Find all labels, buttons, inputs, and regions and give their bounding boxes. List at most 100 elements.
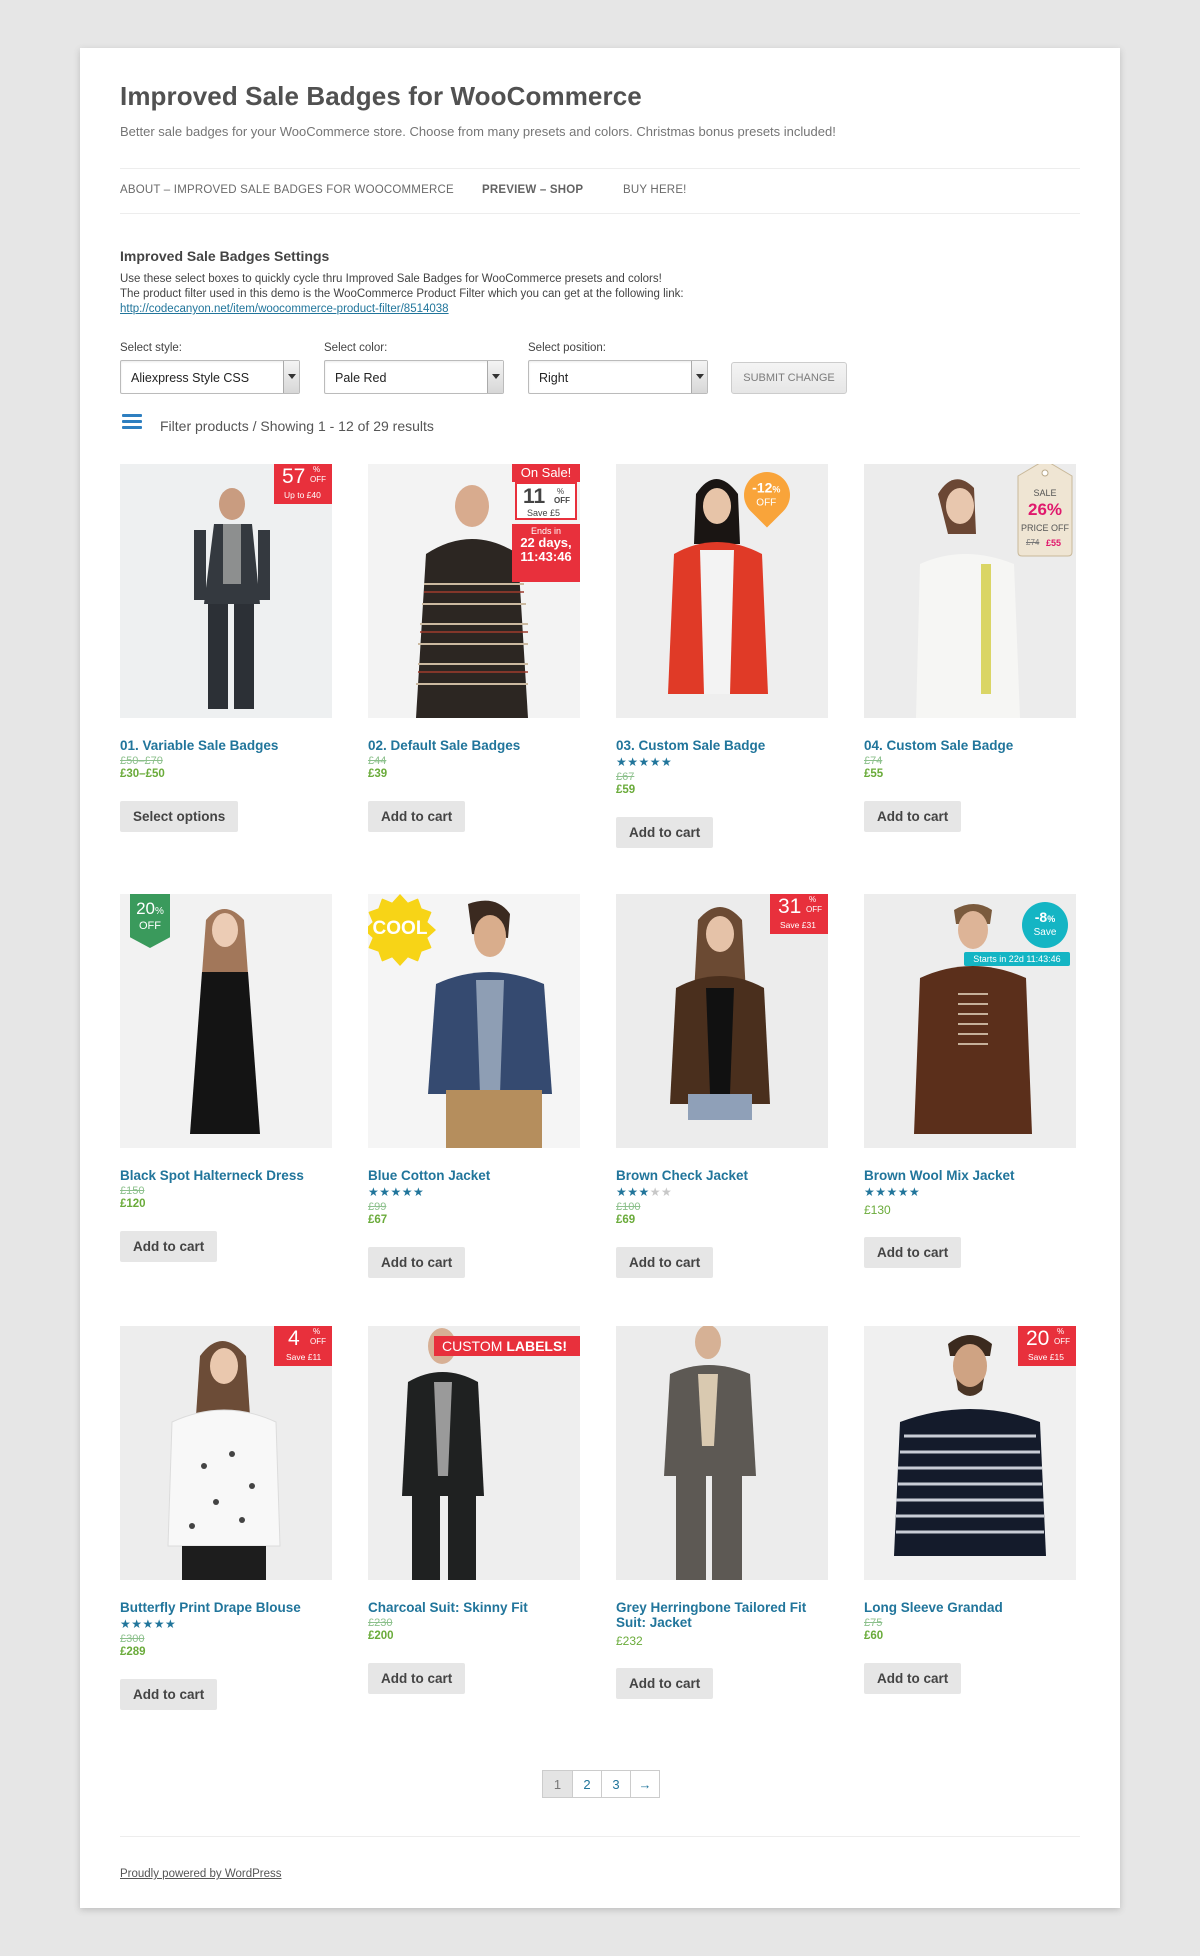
- main-navigation: About – Improved Sale Badges for WooComm…: [120, 168, 1080, 214]
- sale-badge: 4 % OFF Save £11: [274, 1326, 332, 1366]
- original-price: £75: [864, 1617, 883, 1629]
- sale-badge: 20 % OFF Save £15: [1018, 1326, 1076, 1366]
- position-select-label: Select position:: [528, 342, 606, 354]
- product-title[interactable]: Long Sleeve Grandad: [864, 1600, 1076, 1615]
- position-select[interactable]: Right: [528, 360, 708, 394]
- site-description: Better sale badges for your WooCommerce …: [120, 124, 836, 139]
- select-options-button[interactable]: Select options: [120, 801, 239, 832]
- product-image[interactable]: 20 % OFF Save £15: [864, 1326, 1076, 1580]
- product-card: -8% Save Starts in 22d 11:43:46 Brown Wo…: [864, 894, 1076, 1268]
- sale-price: £69: [616, 1214, 636, 1226]
- settings-line-1: Use these select boxes to quickly cycle …: [120, 273, 662, 285]
- custom-label-badge: CUSTOM LABELS!: [434, 1336, 580, 1356]
- product-image[interactable]: COOL: [368, 894, 580, 1148]
- product-title[interactable]: Brown Wool Mix Jacket: [864, 1168, 1076, 1183]
- product-title[interactable]: Blue Cotton Jacket: [368, 1168, 580, 1183]
- menu-icon[interactable]: [122, 414, 142, 430]
- sale-price: £120: [120, 1198, 146, 1210]
- product-card: SALE 26% PRICE OFF £74 £55 04. Custom Sa…: [864, 464, 1076, 832]
- product-image[interactable]: [616, 1326, 828, 1580]
- original-price: £230: [368, 1617, 393, 1629]
- product-image[interactable]: CUSTOM LABELS!: [368, 1326, 580, 1580]
- sale-badge: 31 % OFF Save £31: [770, 894, 828, 934]
- star-rating: ★★★★★: [864, 1185, 921, 1199]
- sale-price: £67: [368, 1214, 388, 1226]
- product-title[interactable]: Brown Check Jacket: [616, 1168, 828, 1183]
- product-card: COOL Blue Cotton Jacket ★★★★★ £99 £67 Ad…: [368, 894, 580, 1278]
- add-to-cart-button[interactable]: Add to cart: [120, 1231, 218, 1262]
- product-title[interactable]: Grey Herringbone Tailored Fit Suit: Jack…: [616, 1600, 828, 1630]
- sale-badge: -8% Save: [1022, 902, 1068, 948]
- add-to-cart-button[interactable]: Add to cart: [368, 801, 466, 832]
- filter-products-status[interactable]: Filter products / Showing 1 - 12 of 29 r…: [160, 418, 434, 434]
- product-filter-link[interactable]: http://codecanyon.net/item/woocommerce-p…: [120, 303, 449, 315]
- star-rating: ★★★★★: [120, 1617, 177, 1631]
- sale-price: £289: [120, 1646, 146, 1658]
- style-select-label: Select style:: [120, 342, 182, 354]
- page-container: Improved Sale Badges for WooCommerce Bet…: [80, 48, 1120, 1908]
- add-to-cart-button[interactable]: Add to cart: [616, 1668, 714, 1699]
- sale-price: £55: [864, 768, 884, 780]
- product-title[interactable]: Charcoal Suit: Skinny Fit: [368, 1600, 580, 1615]
- add-to-cart-button[interactable]: Add to cart: [120, 1679, 218, 1710]
- sale-price: £200: [368, 1630, 394, 1642]
- product-image[interactable]: 4 % OFF Save £11: [120, 1326, 332, 1580]
- add-to-cart-button[interactable]: Add to cart: [368, 1247, 466, 1278]
- countdown-badge: Ends in 22 days, 11:43:46: [512, 524, 580, 582]
- settings-description: Use these select boxes to quickly cycle …: [120, 272, 684, 302]
- nav-item-about[interactable]: About – Improved Sale Badges for WooComm…: [120, 184, 454, 196]
- product-card: -12% OFF 03. Custom Sale Badge ★★★★★ £67…: [616, 464, 828, 848]
- original-price: £74: [864, 755, 883, 767]
- original-price: £99: [368, 1201, 387, 1213]
- color-select[interactable]: Pale Red: [324, 360, 504, 394]
- nav-item-buy-here[interactable]: Buy Here!: [623, 184, 687, 196]
- product-image[interactable]: SALE 26% PRICE OFF £74 £55: [864, 464, 1076, 718]
- page-2-link[interactable]: 2: [572, 1771, 601, 1797]
- regular-price: £130: [864, 1203, 891, 1217]
- original-price: £67: [616, 771, 635, 783]
- add-to-cart-button[interactable]: Add to cart: [864, 1663, 962, 1694]
- product-photo: [616, 1326, 828, 1580]
- site-title[interactable]: Improved Sale Badges for WooCommerce: [120, 81, 642, 112]
- style-select[interactable]: Aliexpress Style CSS: [120, 360, 300, 394]
- add-to-cart-button[interactable]: Add to cart: [864, 1237, 962, 1268]
- product-card: Grey Herringbone Tailored Fit Suit: Jack…: [616, 1326, 828, 1699]
- color-select-label: Select color:: [324, 342, 388, 354]
- submit-change-button[interactable]: Submit Change: [731, 362, 847, 394]
- sale-price: £60: [864, 1630, 884, 1642]
- product-image[interactable]: -12% OFF: [616, 464, 828, 718]
- product-image[interactable]: 57 % OFF Up to £40: [120, 464, 332, 718]
- original-price: £300: [120, 1633, 145, 1645]
- countdown-badge: Starts in 22d 11:43:46: [964, 952, 1070, 966]
- page-1-current: 1: [543, 1771, 572, 1797]
- product-title[interactable]: 03. Custom Sale Badge: [616, 738, 828, 753]
- original-price: £100: [616, 1201, 641, 1213]
- settings-line-2: The product filter used in this demo is …: [120, 288, 684, 300]
- add-to-cart-button[interactable]: Add to cart: [616, 817, 714, 848]
- add-to-cart-button[interactable]: Add to cart: [864, 801, 962, 832]
- product-card: CUSTOM LABELS! Charcoal Suit: Skinny Fit…: [368, 1326, 580, 1694]
- product-photo: [616, 464, 828, 718]
- product-title[interactable]: 04. Custom Sale Badge: [864, 738, 1076, 753]
- position-select-value: Right: [539, 371, 569, 385]
- product-title[interactable]: 02. Default Sale Badges: [368, 738, 580, 753]
- next-page-arrow-icon[interactable]: →: [630, 1771, 659, 1797]
- chevron-down-icon: [283, 361, 299, 393]
- product-image[interactable]: 20% OFF: [120, 894, 332, 1148]
- product-title[interactable]: 01. Variable Sale Badges: [120, 738, 332, 753]
- color-select-value: Pale Red: [335, 371, 387, 385]
- product-image[interactable]: On Sale! 11 % OFF Save £5 Ends in 22 day…: [368, 464, 580, 718]
- sale-badge: 57 % OFF Up to £40: [274, 464, 332, 504]
- product-title[interactable]: Butterfly Print Drape Blouse: [120, 1600, 332, 1615]
- footer-wordpress-link[interactable]: Proudly powered by WordPress: [120, 1868, 282, 1880]
- page-3-link[interactable]: 3: [601, 1771, 630, 1797]
- add-to-cart-button[interactable]: Add to cart: [616, 1247, 714, 1278]
- nav-item-preview-shop[interactable]: Preview – Shop: [482, 184, 583, 196]
- on-sale-badge: On Sale!: [512, 464, 580, 482]
- product-image[interactable]: -8% Save Starts in 22d 11:43:46: [864, 894, 1076, 1148]
- add-to-cart-button[interactable]: Add to cart: [368, 1663, 466, 1694]
- product-title[interactable]: Black Spot Halterneck Dress: [120, 1168, 332, 1183]
- star-rating: ★★★★★: [616, 755, 673, 769]
- original-price: £44: [368, 755, 387, 767]
- product-image[interactable]: 31 % OFF Save £31: [616, 894, 828, 1148]
